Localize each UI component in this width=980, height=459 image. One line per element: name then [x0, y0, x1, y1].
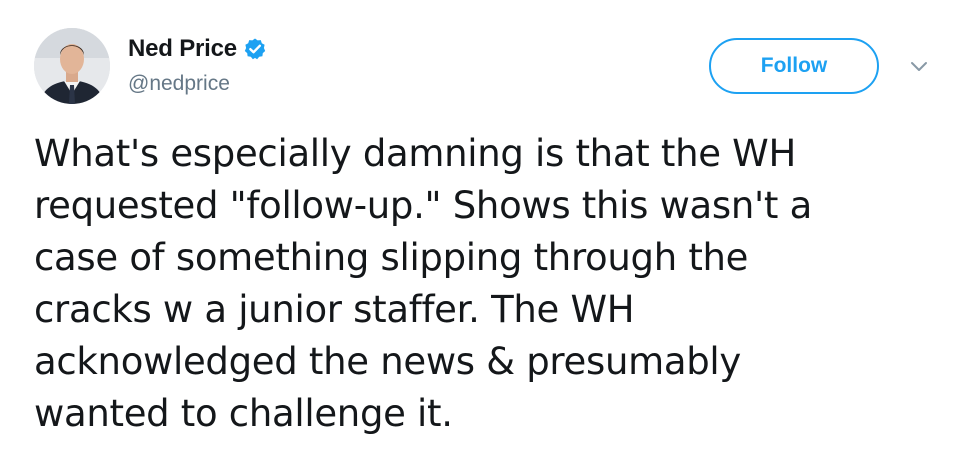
follow-button[interactable]: Follow: [709, 38, 879, 94]
author-display-name[interactable]: Ned Price: [128, 35, 237, 63]
chevron-down-icon[interactable]: [908, 56, 930, 78]
profile-photo-icon: [34, 28, 110, 104]
tweet-card: Ned Price @nedprice Follow What's especi…: [0, 0, 980, 459]
author-handle[interactable]: @nedprice: [128, 72, 230, 96]
author-name-row: Ned Price: [128, 34, 267, 64]
author-avatar[interactable]: [34, 28, 110, 104]
tweet-text: What's especially damning is that the WH…: [34, 132, 812, 435]
verified-badge-icon: [243, 37, 267, 61]
